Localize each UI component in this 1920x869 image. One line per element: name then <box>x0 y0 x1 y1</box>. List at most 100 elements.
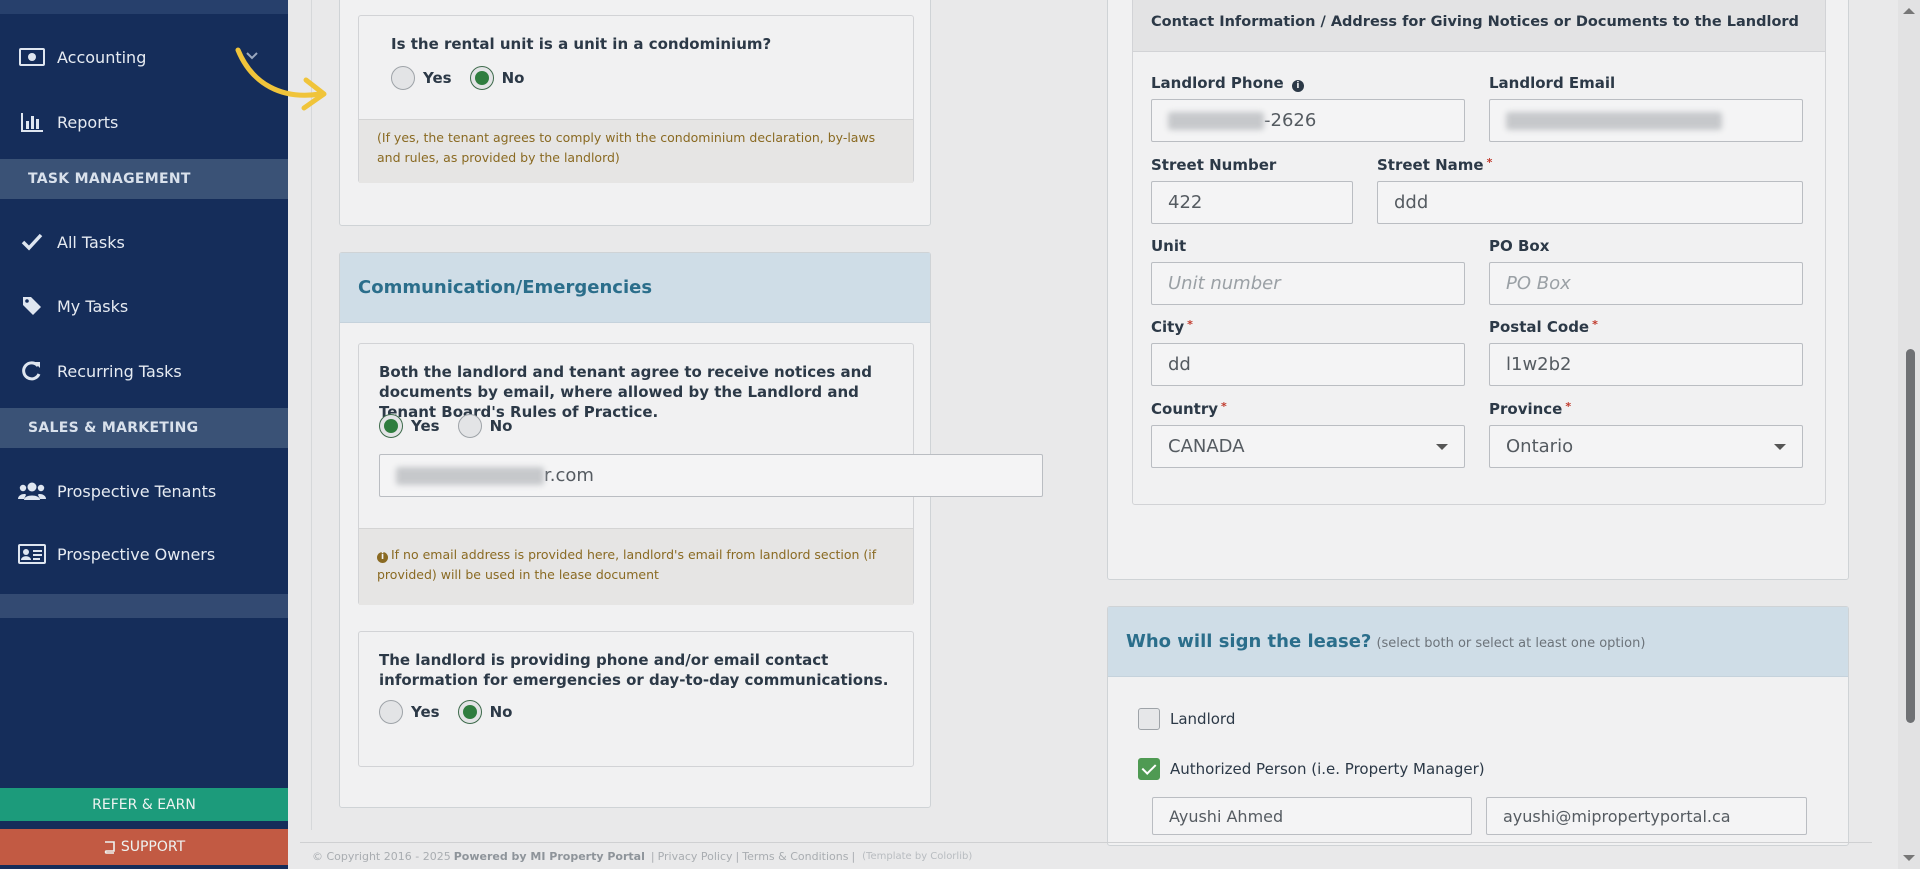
support-button[interactable]: SUPPORT <box>0 829 288 865</box>
scroll-up-arrow-icon[interactable] <box>1903 8 1915 14</box>
sidebar-section-sales-marketing: SALES & MARKETING <box>0 408 288 448</box>
po-box-input[interactable]: PO Box <box>1489 262 1803 305</box>
landlord-signer-checkbox[interactable] <box>1138 708 1160 730</box>
condo-note: (If yes, the tenant agrees to comply wit… <box>359 119 913 183</box>
support-label: SUPPORT <box>120 839 186 855</box>
condo-question-box: Is the rental unit is a unit in a condom… <box>358 15 914 183</box>
province-label-text: Province <box>1489 400 1563 418</box>
street-name-label-text: Street Name <box>1377 156 1484 174</box>
emergency-contact-yes-radio[interactable] <box>379 700 403 724</box>
email-consent-box: Both the landlord and tenant agree to re… <box>358 343 1043 605</box>
info-icon[interactable]: i <box>1291 80 1304 92</box>
unit-input[interactable]: Unit number <box>1151 262 1465 305</box>
unit-label: Unit <box>1151 237 1187 255</box>
content-guide-line <box>311 0 312 830</box>
sidebar-divider <box>0 594 288 618</box>
redacted-text <box>1168 111 1264 130</box>
signers-subtitle: (select both or select at least one opti… <box>1376 636 1646 651</box>
communication-panel: Communication/Emergencies Both the landl… <box>339 252 1043 808</box>
sidebar-item-label: Recurring Tasks <box>57 361 182 381</box>
footer-powered[interactable]: Powered by MI Property Portal <box>454 850 645 863</box>
required-mark: * <box>1187 318 1193 331</box>
email-consent-radio-group: Yes No <box>379 414 530 438</box>
landlord-email-input[interactable] <box>1489 99 1803 142</box>
signers-header: Who will sign the lease? (select both or… <box>1108 607 1848 677</box>
sidebar-item-all-tasks[interactable]: All Tasks <box>0 212 288 272</box>
id-card-icon <box>18 542 46 566</box>
sidebar-item-prospective-owners[interactable]: Prospective Owners <box>0 524 288 584</box>
landlord-phone-value: -2626 <box>1264 110 1317 131</box>
users-icon <box>18 479 46 503</box>
info-icon: i <box>377 552 388 563</box>
postal-code-input[interactable]: l1w2b2 <box>1489 343 1803 386</box>
sidebar-item-label: Prospective Owners <box>57 544 216 564</box>
sidebar-section-task-management: TASK MANAGEMENT <box>0 159 288 199</box>
scroll-down-arrow-icon[interactable] <box>1903 855 1915 861</box>
sidebar-item-prospective-tenants[interactable]: Prospective Tenants <box>0 461 288 521</box>
condo-radio-group: Yes No <box>391 66 542 90</box>
email-note-text: If no email address is provided here, la… <box>377 547 877 582</box>
footer-copyright: © Copyright 2016 - 2025 <box>312 849 451 863</box>
signers-title-row: Who will sign the lease? (select both or… <box>1126 631 1645 652</box>
landlord-signer-label: Landlord <box>1170 710 1236 728</box>
emergency-contact-no-radio[interactable] <box>457 700 482 724</box>
city-label: City * <box>1151 318 1193 336</box>
sidebar-item-my-tasks[interactable]: My Tasks <box>0 276 288 336</box>
province-select[interactable]: Ontario <box>1489 425 1803 468</box>
footer-separator: | <box>735 849 740 863</box>
landlord-contact-panel: Contact Information / Address for Giving… <box>1107 0 1849 580</box>
checkmark-icon <box>18 230 46 254</box>
required-mark: * <box>1221 400 1227 413</box>
city-input[interactable]: dd <box>1151 343 1465 386</box>
footer-privacy-link[interactable]: Privacy Policy <box>658 850 733 863</box>
condo-no-label: No <box>501 69 525 87</box>
redacted-text <box>396 466 544 485</box>
emergency-contact-yes-label: Yes <box>411 703 440 721</box>
country-label-text: Country <box>1151 400 1219 418</box>
notice-email-input[interactable]: r.com <box>379 454 1043 497</box>
footer-template-credit[interactable]: (Template by Colorlib) <box>862 851 972 862</box>
money-icon <box>18 45 46 69</box>
required-mark: * <box>1486 156 1493 169</box>
page-footer: © Copyright 2016 - 2025 Powered by MI Pr… <box>300 842 1872 869</box>
signer-name-input[interactable]: Ayushi Ahmed <box>1152 797 1472 835</box>
sidebar: Accounting Reports TASK MANAGEMENT All T… <box>0 0 288 869</box>
email-consent-question: Both the landlord and tenant agree to re… <box>379 363 873 421</box>
country-label: Country * <box>1151 400 1227 418</box>
sidebar-item-label: Prospective Tenants <box>57 481 217 501</box>
footer-terms-link[interactable]: Terms & Conditions <box>742 850 848 863</box>
condo-yes-label: Yes <box>423 69 452 87</box>
street-number-input[interactable]: 422 <box>1151 181 1353 224</box>
signer-email-input[interactable]: ayushi@mipropertyportal.ca <box>1486 797 1807 835</box>
landlord-email-label: Landlord Email <box>1489 74 1616 92</box>
email-note: i If no email address is provided here, l… <box>359 528 913 605</box>
required-mark: * <box>1565 400 1572 413</box>
country-select[interactable]: CANADA <box>1151 425 1465 468</box>
street-number-label: Street Number <box>1151 156 1277 174</box>
redacted-text <box>1506 111 1722 130</box>
main-content: Is the rental unit is a unit in a condom… <box>288 0 1898 869</box>
refer-and-earn-button[interactable]: REFER & EARN <box>0 788 288 821</box>
condo-no-radio[interactable] <box>469 66 494 90</box>
emergency-contact-no-label: No <box>489 703 513 721</box>
emergency-contact-radio-group: Yes No <box>379 700 530 724</box>
province-label: Province * <box>1489 400 1571 418</box>
annotation-arrow-icon <box>232 44 332 116</box>
email-consent-no-radio[interactable] <box>457 414 482 438</box>
authorized-person-checkbox[interactable] <box>1138 758 1160 780</box>
page-scrollbar-thumb[interactable] <box>1906 349 1915 723</box>
book-icon <box>103 840 116 854</box>
postal-code-label: Postal Code * <box>1489 318 1598 336</box>
notice-email-value: r.com <box>544 465 594 486</box>
sidebar-item-recurring-tasks[interactable]: Recurring Tasks <box>0 341 288 401</box>
sidebar-item-label: Reports <box>57 112 119 132</box>
email-consent-yes-radio[interactable] <box>379 414 403 438</box>
condo-panel: Is the rental unit is a unit in a condom… <box>339 0 931 226</box>
street-name-label: Street Name * <box>1377 156 1492 174</box>
condo-yes-radio[interactable] <box>391 66 415 90</box>
landlord-contact-box: Contact Information / Address for Giving… <box>1132 0 1826 505</box>
street-name-input[interactable]: ddd <box>1377 181 1803 224</box>
landlord-phone-input[interactable]: -2626 <box>1151 99 1465 142</box>
chevron-down-icon <box>1436 444 1448 450</box>
signers-panel: Who will sign the lease? (select both or… <box>1107 606 1849 846</box>
